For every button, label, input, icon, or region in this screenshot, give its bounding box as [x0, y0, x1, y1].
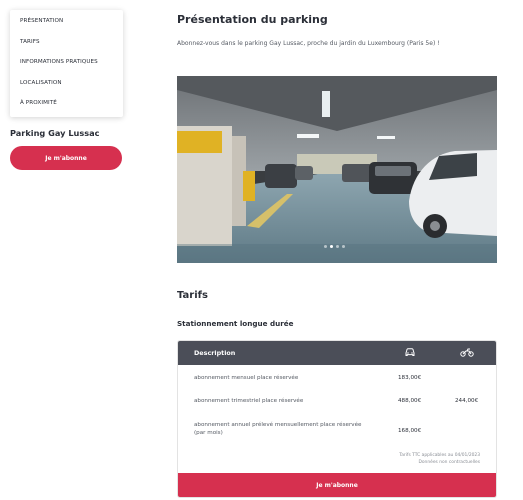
sidebar-parking-name: Parking Gay Lussac — [10, 128, 100, 138]
nav-item-presentation[interactable]: Présentation — [20, 18, 63, 24]
row-1-car-price: 183,00€ — [398, 375, 422, 381]
nav-item-localisation[interactable]: Localisation — [20, 80, 62, 86]
pricing-table-header: Description — [178, 341, 496, 365]
parking-photo-carousel[interactable] — [177, 76, 497, 263]
parking-photo — [177, 76, 497, 263]
sidebar-subscribe-button[interactable]: Je m'abonne — [10, 146, 122, 170]
nav-item-informations-pratiques[interactable]: Informations pratiques — [20, 59, 98, 65]
column-description: Description — [194, 349, 236, 357]
carousel-dot[interactable] — [342, 245, 345, 248]
row-2-car-price: 488,00€ — [398, 398, 422, 404]
row-1-description: abonnement mensuel place réservée — [194, 375, 299, 381]
row-2-moto-price: 244,00€ — [455, 398, 479, 404]
car-icon — [404, 346, 416, 360]
carousel-dot[interactable] — [336, 245, 339, 248]
table-subscribe-button[interactable]: Je m'abonne — [178, 473, 496, 497]
section-nav: Présentation Tarifs Informations pratiqu… — [10, 10, 123, 117]
row-2-description: abonnement trimestriel place réservée — [194, 398, 304, 404]
carousel-dot[interactable] — [324, 245, 327, 248]
nav-item-a-proximite[interactable]: À proximité — [20, 100, 57, 106]
nav-item-tarifs[interactable]: Tarifs — [20, 39, 40, 45]
pricing-note-disclaimer: Données non contractuelles — [418, 460, 480, 465]
pricing-note-date: Tarifs TTC applicables au 04/01/2023 — [399, 453, 480, 458]
carousel-dot-active[interactable] — [330, 245, 333, 248]
page-title: Présentation du parking — [177, 13, 328, 26]
tarifs-title: Tarifs — [177, 290, 208, 301]
motorcycle-icon — [460, 346, 474, 360]
carousel-dots — [324, 245, 345, 248]
long-term-parking-title: Stationnement longue durée — [177, 319, 294, 328]
row-3-description: abonnement annuel prélevé mensuellement … — [194, 422, 362, 436]
row-3-car-price: 168,00€ — [398, 428, 422, 434]
pricing-table: Description abonnement mensuel place rés… — [177, 340, 497, 498]
intro-text: Abonnez-vous dans le parking Gay Lussac,… — [177, 40, 440, 47]
